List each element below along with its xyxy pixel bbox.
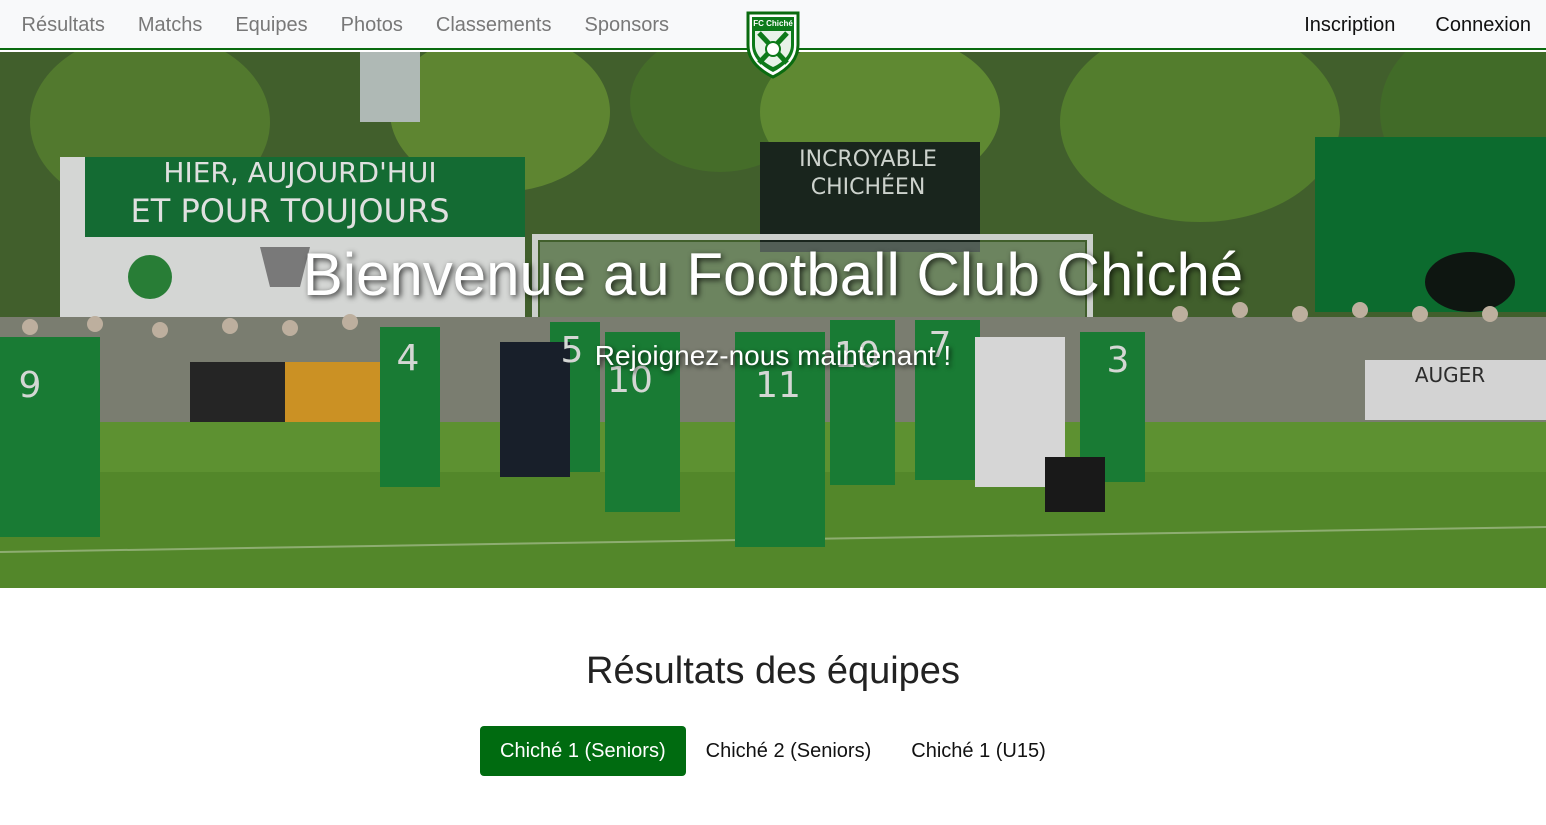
nav-link-resultats[interactable]: Résultats <box>5 14 121 37</box>
nav-link-equipes[interactable]: Equipes <box>219 14 324 37</box>
tab-chiche-1-seniors[interactable]: Chiché 1 (Seniors) <box>480 726 686 776</box>
team-tabs: Chiché 1 (Seniors) Chiché 2 (Seniors) Ch… <box>480 726 1066 776</box>
hero-subtitle: Rejoignez-nous maintenant ! <box>594 340 952 371</box>
tab-chiche-1-u15[interactable]: Chiché 1 (U15) <box>891 726 1066 776</box>
results-title: Résultats des équipes <box>586 650 960 692</box>
nav-link-photos[interactable]: Photos <box>324 14 419 37</box>
club-logo[interactable]: FC Chiché <box>745 9 801 79</box>
tab-chiche-2-seniors[interactable]: Chiché 2 (Seniors) <box>686 726 892 776</box>
nav-link-sponsors[interactable]: Sponsors <box>568 14 686 37</box>
nav-link-matchs[interactable]: Matchs <box>121 14 218 37</box>
nav-left-menu: Résultats Matchs Equipes Photos Classeme… <box>5 0 686 50</box>
nav-link-inscription[interactable]: Inscription <box>1264 14 1395 37</box>
logo-text: FC Chiché <box>753 19 793 28</box>
nav-link-classements[interactable]: Classements <box>419 14 568 37</box>
hero-title: Bienvenue au Football Club Chiché <box>302 241 1244 308</box>
hero-photo: HIER, AUJOURD'HUI ET POUR TOUJOURS INCRO… <box>0 52 1546 588</box>
hero-banner: HIER, AUJOURD'HUI ET POUR TOUJOURS INCRO… <box>0 52 1546 588</box>
nav-right-menu: Inscription Connexion <box>1264 0 1531 50</box>
nav-link-connexion[interactable]: Connexion <box>1395 14 1531 37</box>
